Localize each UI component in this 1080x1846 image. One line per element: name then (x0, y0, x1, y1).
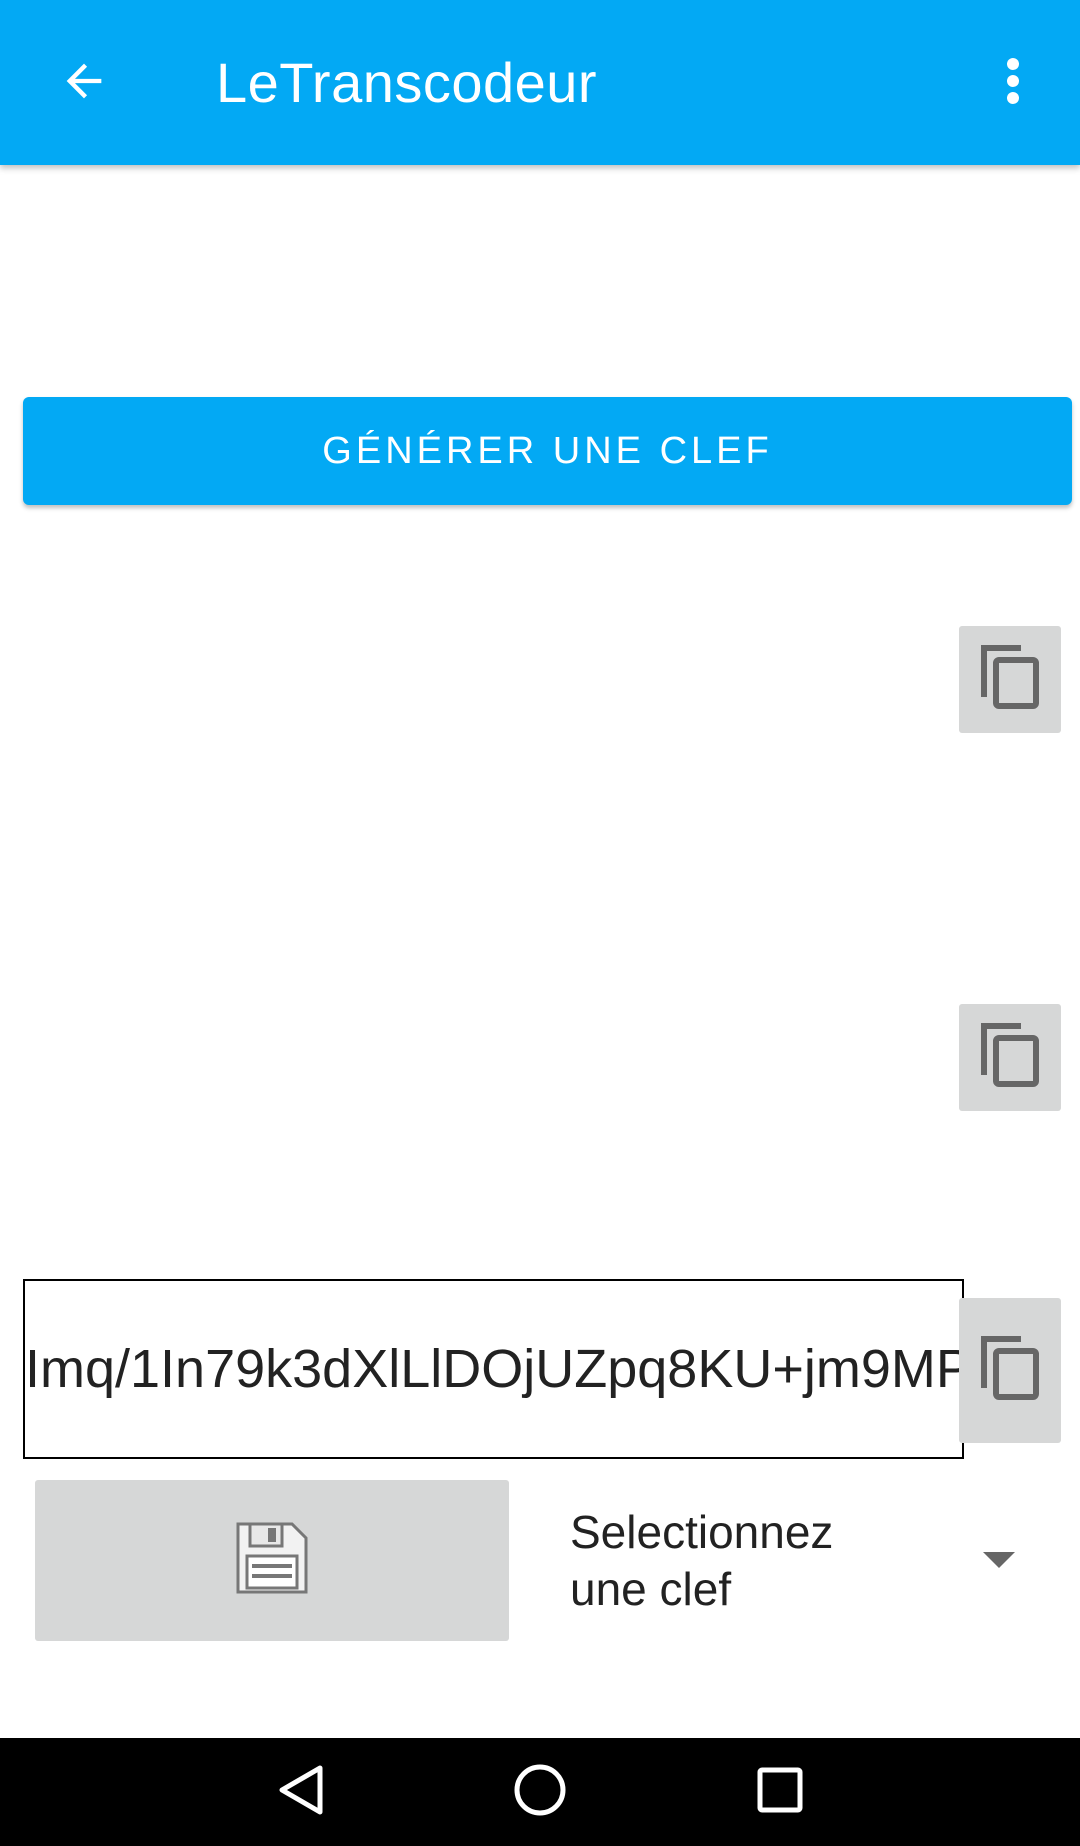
key-selector-label: Selectionnez une clef (570, 1506, 834, 1615)
overflow-menu-button[interactable] (973, 43, 1053, 123)
key-selector-spinner[interactable]: Selectionnez une clef (540, 1490, 1060, 1630)
app-title: LeTranscodeur (216, 51, 598, 114)
generate-key-button[interactable]: GÉNÉRER UNE CLEF (23, 397, 1072, 505)
key-value: Imq/1In79k3dXlLlDOjUZpq8KU+jm9MP (25, 1339, 964, 1399)
content-copy-icon (978, 1020, 1042, 1095)
app-bar: LeTranscodeur (0, 0, 1080, 165)
nav-home-button[interactable] (500, 1752, 580, 1832)
arrow-back-icon (58, 55, 110, 112)
nav-back-button[interactable] (260, 1752, 340, 1832)
back-button[interactable] (44, 43, 124, 123)
copy-button-1[interactable] (959, 626, 1061, 733)
more-vert-icon (1006, 57, 1020, 110)
system-nav-bar (0, 1738, 1080, 1846)
nav-home-icon (512, 1762, 568, 1823)
dropdown-arrow-icon (983, 1552, 1015, 1568)
content-copy-icon (978, 642, 1042, 717)
floppy-disk-icon (234, 1520, 310, 1601)
copy-button-3[interactable] (959, 1298, 1061, 1443)
nav-recents-button[interactable] (740, 1752, 820, 1832)
save-key-button[interactable] (35, 1480, 509, 1641)
screen: LeTranscodeur GÉNÉRER UNE CLEF Imq/1In79… (0, 0, 1080, 1846)
nav-recents-icon (755, 1765, 805, 1820)
copy-button-2[interactable] (959, 1004, 1061, 1111)
nav-back-icon (274, 1762, 326, 1823)
content-copy-icon (978, 1333, 1042, 1408)
key-field[interactable]: Imq/1In79k3dXlLlDOjUZpq8KU+jm9MP (23, 1279, 964, 1459)
